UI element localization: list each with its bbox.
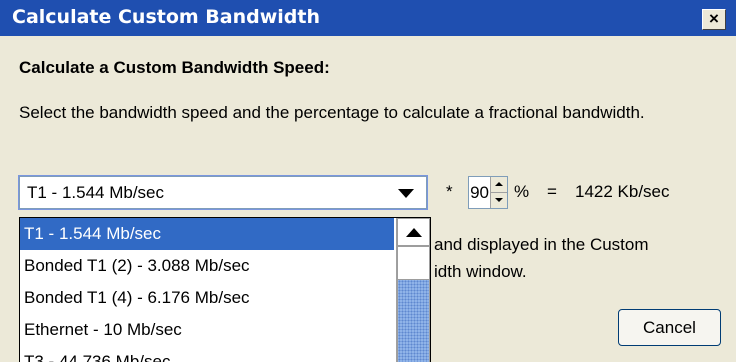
description-text: Select the bandwidth speed and the perce… <box>19 103 645 122</box>
scroll-track[interactable] <box>397 280 430 362</box>
percentage-spinner[interactable]: 90 <box>468 176 508 209</box>
bandwidth-dropdown-list: T1 - 1.544 Mb/sec Bonded T1 (2) - 3.088 … <box>19 217 431 362</box>
percent-unit: % <box>514 182 530 201</box>
bandwidth-selected-value: T1 - 1.544 Mb/sec <box>27 183 165 202</box>
info-text-line-1: and displayed in the Custom <box>434 235 649 254</box>
info-text-line-2: idth window. <box>434 262 527 281</box>
multiply-symbol: * <box>446 182 453 201</box>
spinner-buttons <box>490 177 507 208</box>
spin-up-icon[interactable] <box>491 177 507 193</box>
close-button[interactable]: × <box>702 9 726 30</box>
calculated-result: 1422 Kb/sec <box>575 182 670 201</box>
spin-down-icon[interactable] <box>491 193 507 208</box>
title-bar: Calculate Custom Bandwidth × <box>0 0 736 36</box>
bandwidth-speed-select[interactable]: T1 - 1.544 Mb/sec <box>18 175 428 210</box>
dropdown-arrow-icon[interactable] <box>398 189 414 198</box>
dropdown-scrollbar[interactable] <box>396 218 430 362</box>
window-title: Calculate Custom Bandwidth <box>12 6 321 28</box>
dropdown-option[interactable]: T1 - 1.544 Mb/sec <box>20 218 394 250</box>
close-icon: × <box>709 9 719 28</box>
dropdown-option[interactable]: Bonded T1 (4) - 6.176 Mb/sec <box>20 282 394 314</box>
calculate-custom-bandwidth-dialog: Calculate Custom Bandwidth × Calculate a… <box>0 0 736 362</box>
dropdown-option[interactable]: Ethernet - 10 Mb/sec <box>20 314 394 346</box>
scroll-thumb[interactable] <box>397 246 430 280</box>
percentage-input[interactable]: 90 <box>470 183 489 203</box>
section-heading: Calculate a Custom Bandwidth Speed: <box>19 58 330 77</box>
equals-symbol: = <box>547 182 557 201</box>
dropdown-option[interactable]: Bonded T1 (2) - 3.088 Mb/sec <box>20 250 394 282</box>
dropdown-option[interactable]: T3 - 44.736 Mb/sec <box>20 346 394 362</box>
scroll-up-icon[interactable] <box>397 218 430 246</box>
cancel-button[interactable]: Cancel <box>618 309 721 346</box>
